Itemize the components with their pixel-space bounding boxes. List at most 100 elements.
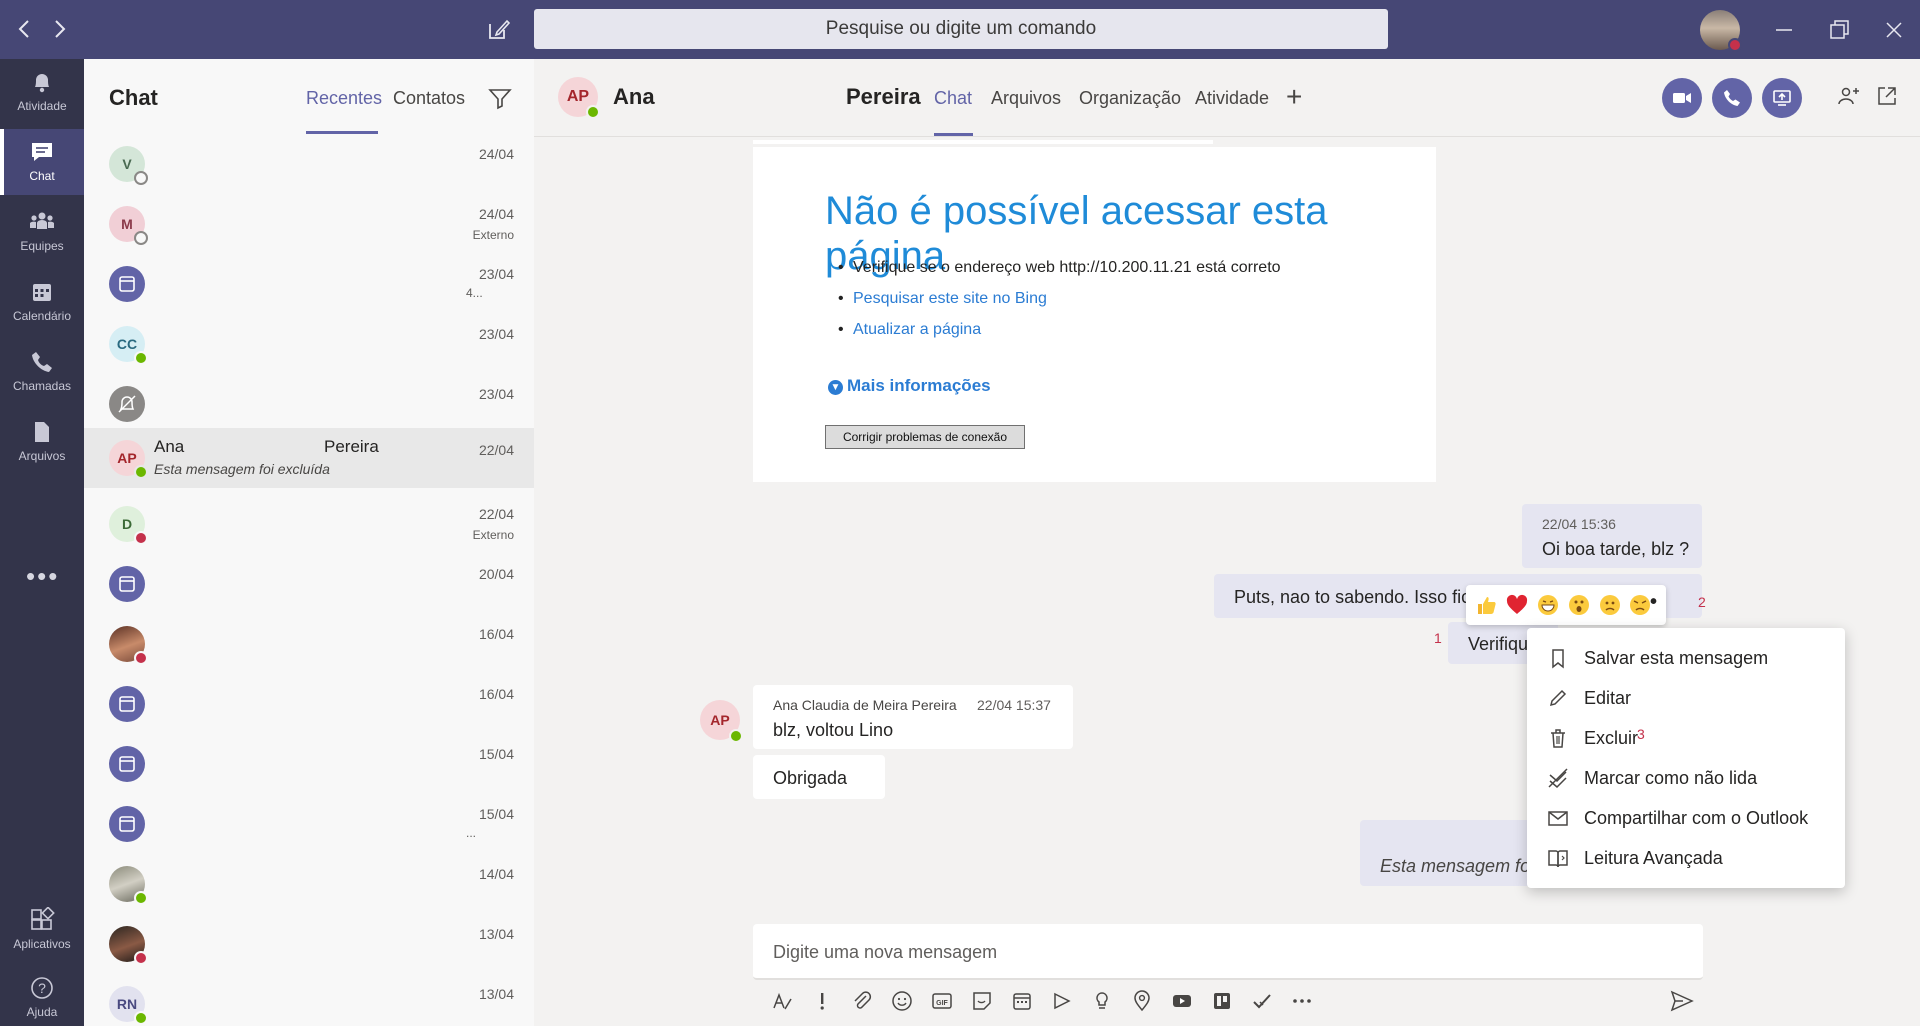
refresh-page-link[interactable]: Atualizar a página (838, 321, 981, 339)
chat-row[interactable]: M 24/04 Externo (84, 198, 534, 258)
pop-out-icon[interactable] (1874, 83, 1900, 109)
audio-call-button[interactable] (1712, 78, 1752, 118)
calendar-meeting-icon (109, 686, 145, 722)
menu-item-share-outlook[interactable]: Compartilhar com o Outlook (1527, 798, 1845, 838)
more-info-toggle[interactable]: ▼ Mais informações (828, 376, 991, 396)
video-call-button[interactable] (1662, 78, 1702, 118)
tab-organizacao[interactable]: Organização (1079, 88, 1181, 109)
location-icon[interactable] (1131, 990, 1153, 1012)
chat-row[interactable]: 15/04 ... (84, 798, 534, 858)
menu-item-label: Excluir (1584, 728, 1639, 748)
chat-subtext: 4... (466, 286, 483, 300)
calendar-icon (29, 279, 55, 305)
attach-icon[interactable] (851, 990, 873, 1012)
tab-atividade[interactable]: Atividade (1195, 88, 1269, 109)
menu-item-immersive-reader[interactable]: Leitura Avançada (1527, 838, 1845, 878)
bing-search-link[interactable]: Pesquisar este site no Bing (838, 290, 1047, 308)
gif-icon[interactable]: GIF (931, 990, 953, 1012)
angry-reaction-icon[interactable] (1628, 593, 1652, 617)
other-message[interactable]: Obrigada (753, 755, 885, 799)
laugh-reaction-icon[interactable] (1536, 593, 1560, 617)
other-message[interactable]: Ana Claudia de Meira Pereira 22/04 15:37… (753, 685, 1073, 749)
external-label: Externo (472, 528, 514, 542)
rail-item-ajuda[interactable]: ? Ajuda (0, 965, 84, 1026)
share-screen-button[interactable] (1762, 78, 1802, 118)
rail-item-calendario[interactable]: Calendário (0, 269, 84, 335)
tab-contatos[interactable]: Contatos (393, 88, 465, 109)
surprised-reaction-icon[interactable] (1567, 593, 1591, 617)
filter-icon[interactable] (487, 85, 513, 111)
chat-row[interactable]: 13/04 (84, 918, 534, 978)
share-screen-icon (1773, 90, 1791, 106)
back-arrow-icon[interactable] (12, 16, 38, 42)
message-text: Oi boa tarde, blz ? (1542, 539, 1690, 559)
calendar-meeting-icon (109, 566, 145, 602)
menu-item-delete[interactable]: Excluir 3 (1527, 718, 1845, 758)
restore-icon[interactable] (1825, 16, 1853, 44)
rail-item-chat[interactable]: Chat (0, 129, 84, 195)
rail-item-arquivos[interactable]: Arquivos (0, 409, 84, 475)
profile-avatar[interactable] (1700, 10, 1742, 52)
chat-row[interactable]: 14/04 (84, 858, 534, 918)
avatar-initials: AP (566, 88, 590, 105)
tab-chat[interactable]: Chat (934, 88, 972, 109)
close-icon[interactable] (1880, 16, 1908, 44)
more-extensions-icon[interactable] (1291, 990, 1313, 1012)
new-chat-icon[interactable] (486, 16, 512, 42)
menu-item-edit[interactable]: Editar (1527, 678, 1845, 718)
chat-row[interactable]: 16/04 (84, 678, 534, 738)
tab-recentes[interactable]: Recentes (306, 88, 382, 109)
rail-item-chamadas[interactable]: Chamadas (0, 339, 84, 405)
rail-item-atividade[interactable]: Atividade (0, 59, 84, 125)
emoji-icon[interactable] (891, 990, 913, 1012)
pencil-icon (1547, 687, 1569, 709)
format-icon[interactable] (771, 990, 793, 1012)
chat-row[interactable]: 23/04 4... (84, 258, 534, 318)
stream-icon[interactable] (1051, 990, 1073, 1012)
chat-row[interactable]: CC 23/04 (84, 318, 534, 378)
add-tab-button[interactable]: + (1286, 81, 1302, 113)
message-composer[interactable]: Digite uma nova mensagem (753, 924, 1703, 980)
sad-reaction-icon[interactable] (1598, 593, 1622, 617)
chat-row[interactable]: 15/04 (84, 738, 534, 798)
rail-item-equipes[interactable]: Equipes (0, 199, 84, 265)
chat-row[interactable]: V 24/04 (84, 138, 534, 198)
youtube-icon[interactable] (1171, 990, 1193, 1012)
schedule-meeting-icon[interactable] (1011, 990, 1033, 1012)
chat-row[interactable]: D 22/04 Externo (84, 498, 534, 558)
praise-icon[interactable] (1091, 990, 1113, 1012)
chat-row[interactable]: 20/04 (84, 558, 534, 618)
minimize-icon[interactable] (1770, 16, 1798, 44)
more-apps-icon[interactable]: ••• (26, 561, 59, 592)
like-reaction-icon[interactable] (1474, 593, 1498, 617)
menu-item-mark-unread[interactable]: Marcar como não lida (1527, 758, 1845, 798)
chat-row[interactable]: 16/04 (84, 618, 534, 678)
avatar-initials: RN (116, 996, 138, 1012)
heart-reaction-icon[interactable] (1505, 593, 1529, 617)
important-icon[interactable] (811, 990, 833, 1012)
trello-icon[interactable] (1211, 990, 1233, 1012)
search-input[interactable]: Pesquise ou digite um comando (534, 9, 1388, 49)
calendar-meeting-icon (109, 806, 145, 842)
chat-row[interactable]: RN 13/04 (84, 978, 534, 1026)
step-badge-2: 2 (1698, 594, 1706, 610)
chat-date: 22/04 (478, 442, 514, 458)
avatar: D (109, 506, 148, 545)
chat-row-selected[interactable]: AP Ana Pereira Esta mensagem foi excluíd… (84, 428, 534, 488)
approvals-icon[interactable] (1251, 990, 1273, 1012)
chat-date: 23/04 (478, 386, 514, 402)
message-sender: Ana Claudia de Meira Pereira (773, 697, 957, 713)
avatar: RN (109, 986, 148, 1025)
immersive-reader-icon (1547, 847, 1569, 869)
fix-connection-button[interactable]: Corrigir problemas de conexão (825, 425, 1025, 449)
chat-list-title: Chat (109, 85, 158, 110)
send-icon[interactable] (1669, 988, 1695, 1014)
sticker-icon[interactable] (971, 990, 993, 1012)
add-people-icon[interactable] (1836, 83, 1862, 109)
menu-item-save[interactable]: Salvar esta mensagem (1527, 638, 1845, 678)
tab-arquivos[interactable]: Arquivos (991, 88, 1061, 109)
forward-arrow-icon[interactable] (46, 16, 72, 42)
trash-icon (1547, 727, 1569, 749)
rail-item-aplicativos[interactable]: Aplicativos (0, 897, 84, 963)
my-message[interactable]: 22/04 15:36 Oi boa tarde, blz ? (1522, 504, 1702, 568)
